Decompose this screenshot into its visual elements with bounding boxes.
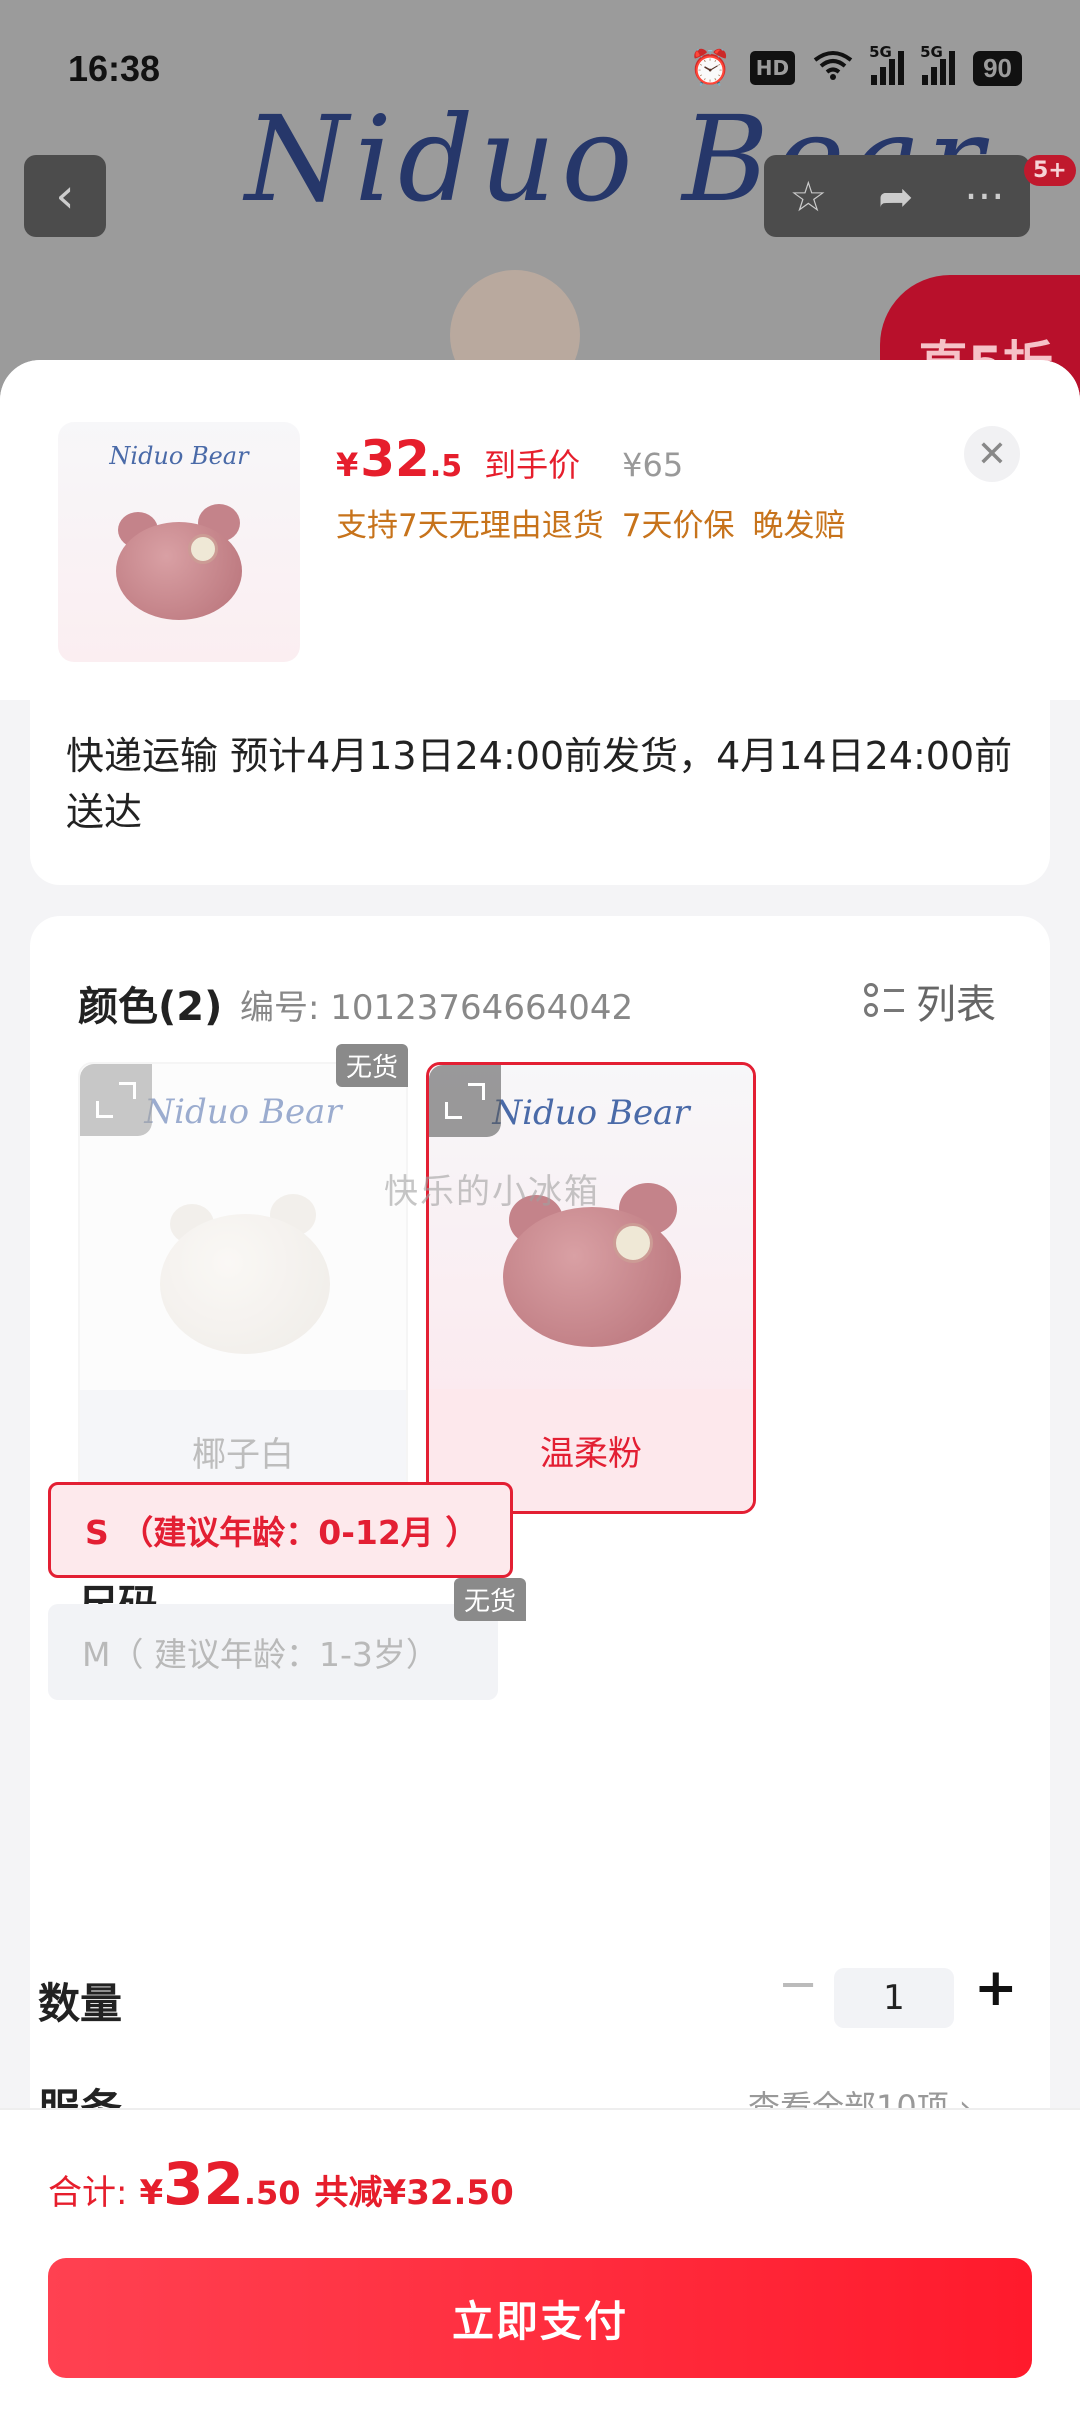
wifi-icon — [813, 50, 853, 86]
size-option-label: S （建议年龄：0-12月 ） — [85, 1513, 479, 1552]
color-title: 颜色(2) — [78, 984, 223, 1030]
product-code: 编号: 10123764664042 — [240, 988, 634, 1028]
size-option-label: M（ 建议年龄：1-3岁） — [82, 1635, 439, 1674]
product-thumbnail[interactable]: Niduo Bear — [58, 422, 300, 662]
more-icon[interactable]: ··· — [964, 172, 1004, 221]
signal-icon: 5G — [869, 43, 905, 85]
quantity-input[interactable]: 1 — [834, 1968, 954, 2028]
out-of-stock-badge: 无货 — [454, 1578, 527, 1621]
total-integer: 32 — [163, 2150, 244, 2218]
quantity-title: 数量 — [38, 1979, 123, 2028]
discount-total: 共减¥32.50 — [314, 2173, 514, 2213]
color-option-coconut-white[interactable]: Niduo Bear 椰子白 — [78, 1062, 408, 1514]
share-icon[interactable]: ➦ — [878, 172, 913, 221]
hat-image — [160, 1214, 330, 1354]
list-view-toggle[interactable]: 列表 — [864, 972, 996, 1030]
promo-item: 7天价保 — [621, 508, 735, 544]
promo-item: 晚发赔 — [752, 508, 846, 544]
list-label: 列表 — [916, 982, 996, 1028]
promo-item: 支持7天无理由退货 — [336, 508, 604, 544]
price-integer: 32 — [360, 430, 430, 488]
hat-ornament — [613, 1223, 653, 1263]
original-price: ¥65 — [622, 446, 684, 484]
close-icon: ✕ — [976, 433, 1008, 475]
size-option-m[interactable]: M（ 建议年龄：1-3岁） — [48, 1604, 498, 1700]
total-label: 合计: — [48, 2173, 128, 2213]
total-currency: ¥ — [139, 2173, 164, 2213]
close-button[interactable]: ✕ — [964, 426, 1020, 482]
thumbnail-logo: Niduo Bear — [109, 442, 249, 470]
nav-actions: ☆ ➦ ··· — [764, 155, 1030, 237]
size-option-s[interactable]: S （建议年龄：0-12月 ） — [48, 1482, 513, 1578]
price-row: ¥ 32 .5 到手价 ¥65 — [336, 430, 683, 488]
chevron-left-icon: ‹ — [55, 168, 75, 224]
expand-icon[interactable] — [429, 1065, 501, 1137]
star-icon[interactable]: ☆ — [790, 172, 828, 221]
list-icon — [864, 981, 904, 1021]
shipping-text: 快递运输 预计4月13日24:00前发货，4月14日24:00前送达 — [66, 734, 1013, 834]
network-label: 5G — [920, 43, 943, 61]
checkout-footer: 合计: ¥ 32 .50 共减¥32.50 立即支付 — [0, 2108, 1080, 2412]
network-label: 5G — [869, 43, 892, 61]
hat-ornament — [188, 534, 218, 564]
back-button[interactable]: ‹ — [24, 155, 106, 237]
hd-icon: HD — [749, 51, 796, 85]
shipping-card[interactable]: 快递运输 预计4月13日24:00前发货，4月14日24:00前送达 — [30, 700, 1050, 885]
expand-icon[interactable] — [80, 1064, 152, 1136]
hat-image — [116, 522, 242, 620]
battery-icon: 90 — [973, 50, 1022, 86]
watermark: 快乐的小冰箱 — [384, 1172, 600, 1212]
total-decimal: .50 — [243, 2174, 301, 2212]
total-row: 合计: ¥ 32 .50 共减¥32.50 — [48, 2150, 514, 2218]
status-bar: 16:38 ⏰ HD 5G 5G 90 — [0, 0, 1080, 140]
sku-sheet: Niduo Bear ¥ 32 .5 到手价 ¥65 支持7天无理由退货 7天价… — [0, 360, 1080, 2412]
pay-now-button[interactable]: 立即支付 — [48, 2258, 1032, 2378]
message-badge: 5+ — [1024, 155, 1076, 186]
alarm-icon: ⏰ — [689, 48, 732, 88]
status-icons: ⏰ HD 5G 5G 90 — [689, 43, 1022, 88]
promo-row: 支持7天无理由退货 7天价保 晚发赔 — [336, 500, 845, 545]
price-decimal: .5 — [429, 449, 463, 484]
hat-image — [503, 1207, 681, 1347]
price-tag: 到手价 — [484, 446, 581, 484]
quantity-increase-button[interactable]: + — [974, 1958, 1018, 2018]
out-of-stock-badge: 无货 — [336, 1044, 409, 1087]
quantity-decrease-button[interactable]: − — [778, 1956, 818, 2012]
status-time: 16:38 — [68, 48, 161, 89]
color-option-soft-pink[interactable]: Niduo Bear 温柔粉 — [426, 1062, 756, 1514]
signal-icon: 5G — [920, 43, 956, 85]
product-header: Niduo Bear ¥ 32 .5 到手价 ¥65 支持7天无理由退货 7天价… — [0, 360, 1080, 700]
price-currency: ¥ — [336, 446, 359, 484]
